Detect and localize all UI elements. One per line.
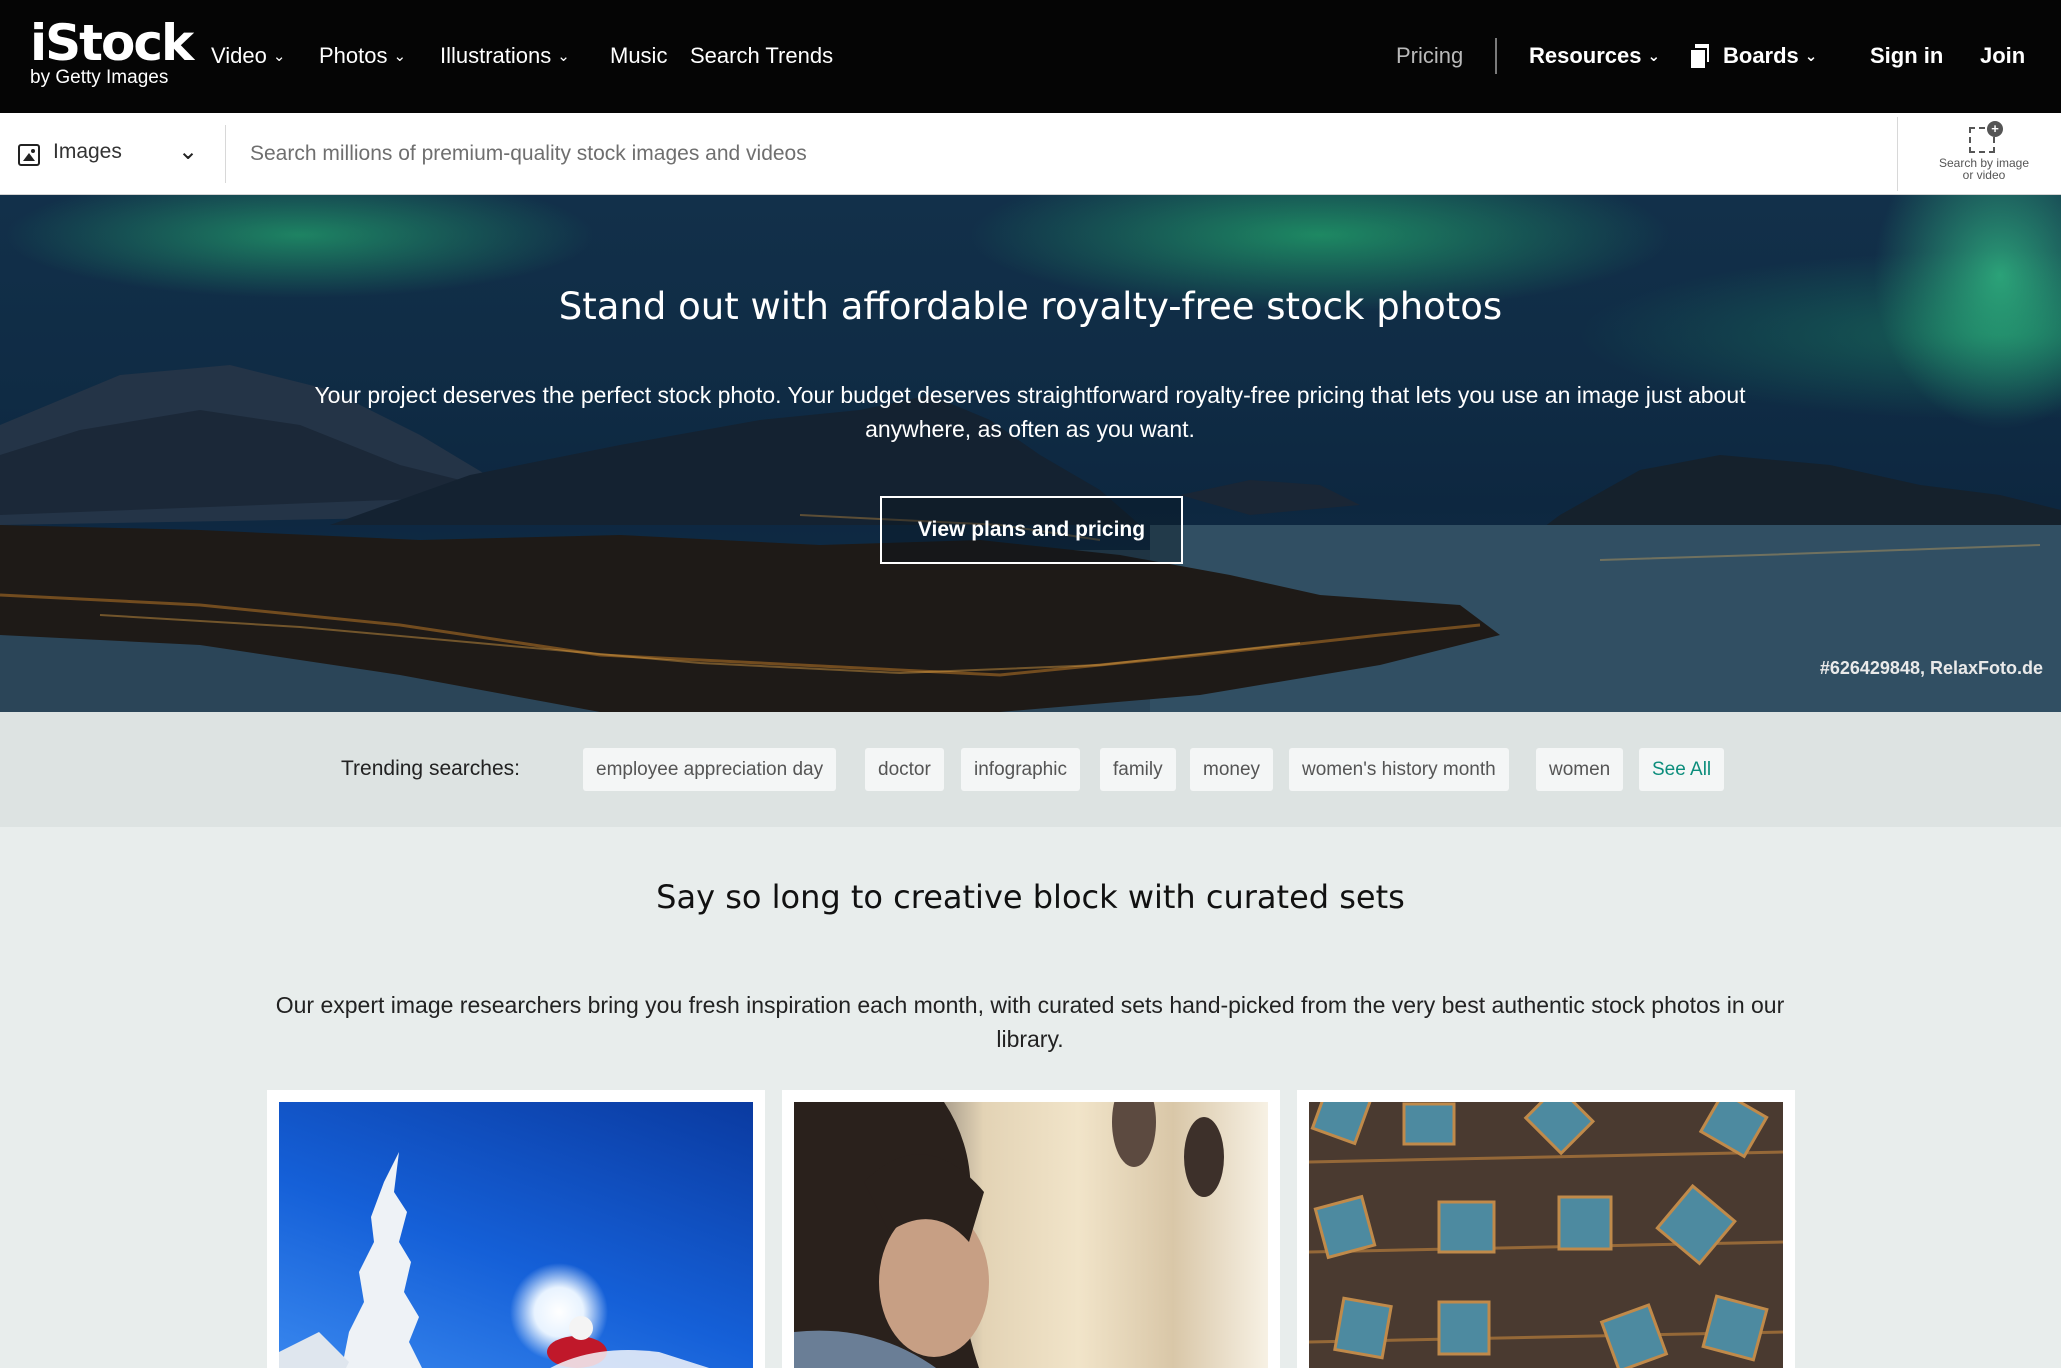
istock-logo[interactable]: iStock by Getty Images — [30, 14, 194, 92]
trending-chip[interactable]: women — [1536, 748, 1624, 791]
image-icon — [18, 144, 40, 166]
curated-set-card[interactable] — [782, 1090, 1280, 1368]
hero-banner: Stand out with affordable royalty-free s… — [0, 195, 2061, 712]
nav-resources-menu[interactable]: Resources ⌄ — [1529, 36, 1660, 76]
nav-illustrations-label: Illustrations — [440, 43, 552, 68]
nav-video-label: Video — [211, 43, 267, 68]
trending-chip[interactable]: employee appreciation day — [583, 748, 837, 791]
image-credit[interactable]: #626429848, RelaxFoto.de — [1820, 658, 2043, 679]
chevron-down-icon: ⌄ — [1647, 48, 1661, 65]
logo-wordmark: iStock — [30, 14, 194, 72]
curated-set-card[interactable] — [1297, 1090, 1795, 1368]
curated-set-image-woman — [794, 1102, 1268, 1368]
curated-set-image-snowboarder — [279, 1102, 753, 1368]
hero-subtitle: Your project deserves the perfect stock … — [314, 382, 1746, 442]
nav-resources-label: Resources — [1529, 43, 1642, 68]
chevron-down-icon: ⌄ — [393, 48, 407, 65]
search-by-image-button[interactable]: + Search by image or video — [1920, 117, 2048, 191]
trending-label: Trending searches: — [341, 757, 520, 780]
nav-illustrations-menu[interactable]: Illustrations ⌄ — [440, 36, 570, 76]
chevron-down-icon: ⌄ — [272, 48, 286, 65]
see-all-link[interactable]: See All — [1639, 748, 1725, 791]
top-navigation-bar: iStock by Getty Images Video ⌄ Photos ⌄ Il… — [0, 0, 2061, 113]
nav-video-menu[interactable]: Video ⌄ — [211, 36, 285, 76]
chevron-down-icon: ⌄ — [178, 138, 199, 165]
nav-search-trends-link[interactable]: Search Trends — [690, 36, 833, 76]
curated-sets-subtitle: Our expert image researchers bring you f… — [275, 992, 1785, 1052]
search-divider — [1897, 117, 1898, 191]
curated-set-image-salt-pans — [1309, 1102, 1783, 1368]
nav-photos-menu[interactable]: Photos ⌄ — [319, 36, 406, 76]
nav-boards-label: Boards — [1723, 43, 1799, 68]
media-type-dropdown[interactable]: Images ⌄ — [0, 113, 225, 195]
search-divider — [225, 125, 226, 183]
hero-title: Stand out with affordable royalty-free s… — [558, 285, 1503, 328]
nav-divider — [1495, 38, 1497, 74]
search-by-image-label-2: or video — [1962, 168, 2006, 182]
boards-icon — [1691, 44, 1709, 68]
nav-boards-menu[interactable]: Boards ⌄ — [1691, 36, 1817, 76]
trending-searches: Trending searches: employee appreciation… — [0, 712, 2061, 827]
search-input[interactable] — [250, 131, 1850, 177]
hero-background-image — [0, 365, 2061, 712]
curated-sets-title: Say so long to creative block with curat… — [656, 878, 1405, 916]
chevron-down-icon: ⌄ — [1804, 48, 1818, 65]
join-link[interactable]: Join — [1980, 36, 2025, 76]
view-plans-button[interactable]: View plans and pricing — [880, 496, 1183, 564]
chevron-down-icon: ⌄ — [557, 48, 570, 65]
nav-photos-label: Photos — [319, 43, 388, 68]
trending-chip[interactable]: money — [1190, 748, 1274, 791]
trending-chip[interactable]: infographic — [961, 748, 1080, 791]
curated-set-card[interactable] — [267, 1090, 765, 1368]
nav-pricing-link[interactable]: Pricing — [1396, 36, 1463, 76]
trending-chip[interactable]: women's history month — [1289, 748, 1509, 791]
trending-chip[interactable]: doctor — [865, 748, 944, 791]
trending-chip[interactable]: family — [1100, 748, 1176, 791]
image-search-icon: + — [1967, 121, 2003, 157]
media-type-label: Images — [53, 140, 122, 163]
logo-tagline: by Getty Images — [30, 67, 169, 88]
sign-in-link[interactable]: Sign in — [1870, 36, 1943, 76]
search-bar: Images ⌄ + Search by image or video — [0, 113, 2061, 195]
nav-music-link[interactable]: Music — [610, 36, 667, 76]
